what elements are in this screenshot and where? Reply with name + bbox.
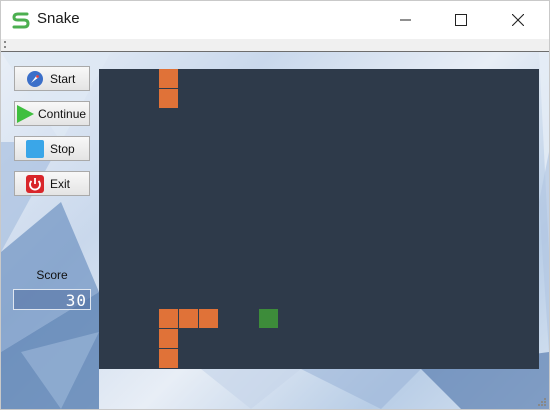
power-icon [25,174,45,194]
snake-segment [159,349,178,368]
close-icon [512,14,524,26]
maximize-icon [455,14,467,26]
toolbar-strip [1,39,549,52]
close-button[interactable] [495,1,541,39]
food-pellet [259,309,278,328]
score-value: 30 [65,291,87,310]
exit-button[interactable]: Exit [14,171,90,196]
title-bar[interactable]: Snake [1,1,549,39]
resize-grip-icon[interactable] [538,398,547,407]
stop-button[interactable]: Stop [14,136,90,161]
maximize-button[interactable] [438,1,484,39]
stop-label: Stop [50,141,75,156]
minimize-icon [400,19,411,21]
window-title: Snake [37,10,80,27]
snake-app-icon [11,10,31,30]
snake-segment [159,69,178,88]
start-button[interactable]: Start [14,66,90,91]
toolbar-grip-icon[interactable] [4,41,8,48]
snake-segment [159,329,178,348]
exit-label: Exit [50,176,71,191]
rocket-icon [25,69,45,89]
app-window: Snake Start Continue Stop Exit Score 30 [0,0,550,410]
continue-button[interactable]: Continue [14,101,90,126]
play-icon [15,104,35,124]
snake-segment [159,89,178,108]
stop-icon [25,139,45,159]
score-label: Score [36,268,68,282]
start-label: Start [50,71,76,86]
minimize-button[interactable] [383,1,429,39]
game-board[interactable] [99,69,539,369]
snake-segment [199,309,218,328]
snake-segment [179,309,198,328]
score-display: 30 [13,289,91,310]
continue-label: Continue [38,106,87,121]
main-area: Start Continue Stop Exit Score 30 [1,52,549,409]
snake-segment [159,309,178,328]
